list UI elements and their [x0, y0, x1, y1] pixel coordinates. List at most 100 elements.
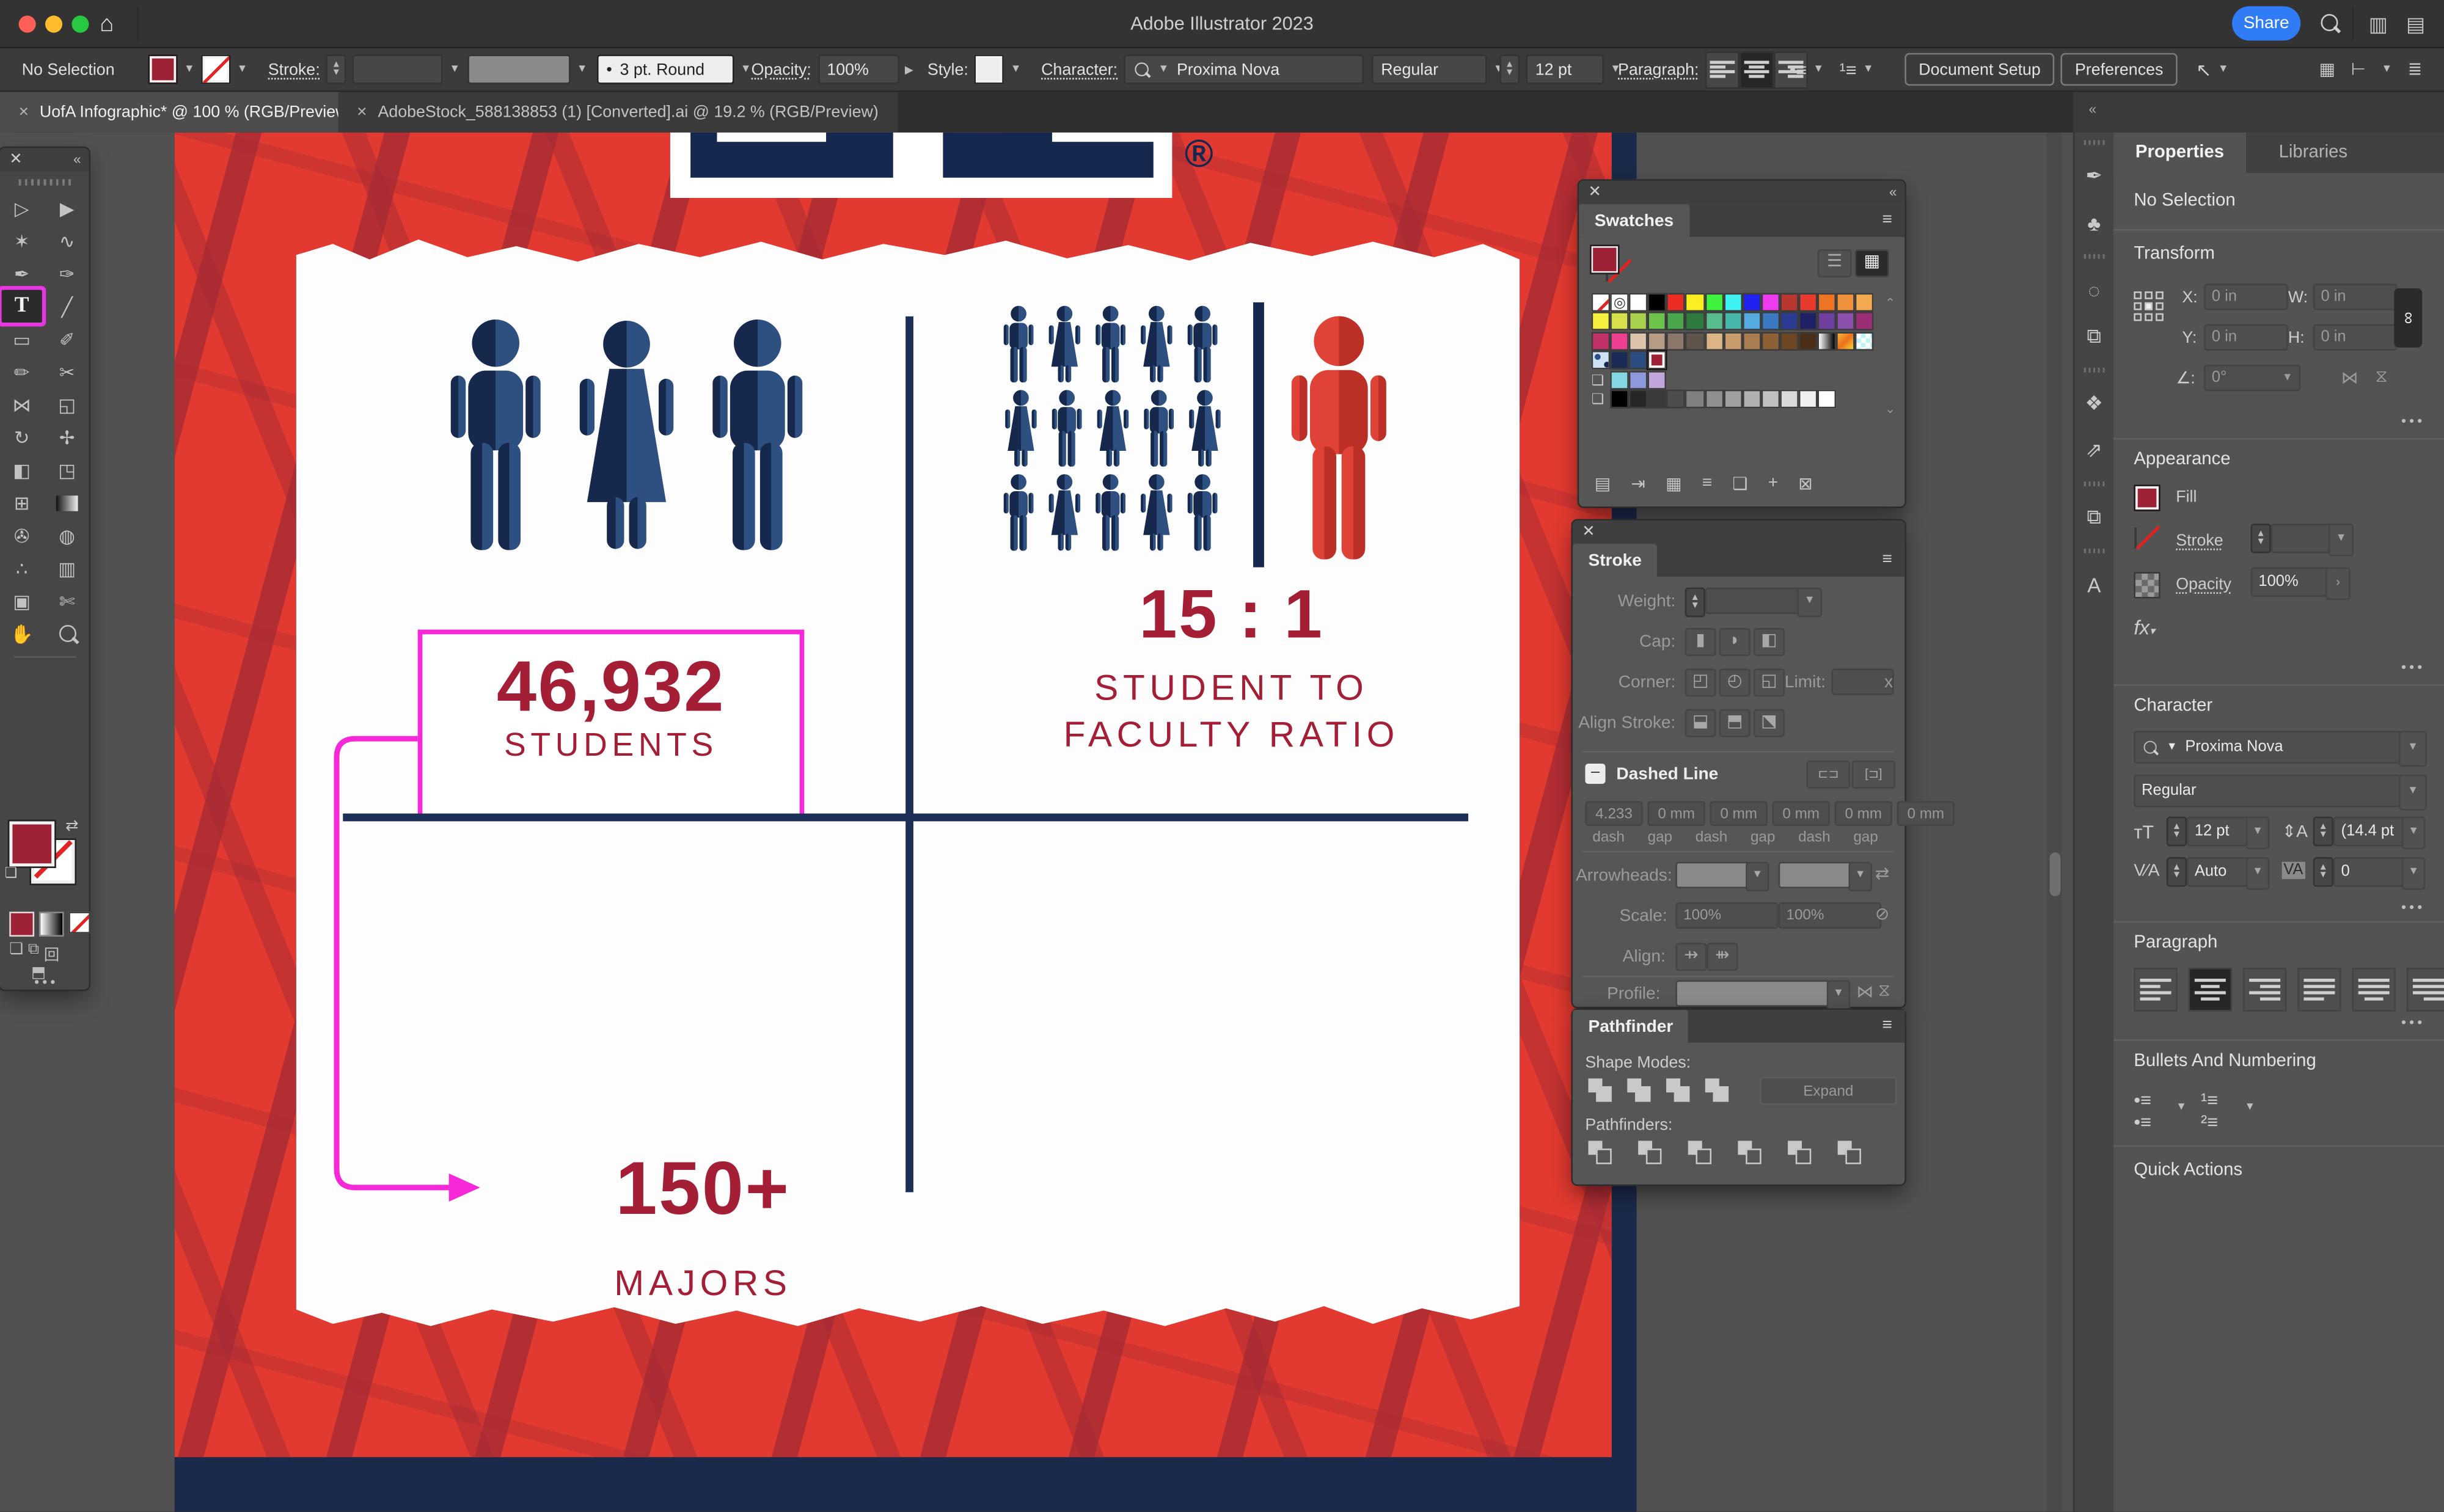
close-tab-icon[interactable]: × [19, 103, 29, 122]
panel-menu-icon[interactable]: ≡ [1882, 1016, 1892, 1035]
chevron-down-icon[interactable]: ▼ [2244, 1102, 2255, 1113]
tab-libraries[interactable]: Libraries [2257, 133, 2369, 173]
swatch[interactable] [1610, 390, 1629, 409]
panel-grip[interactable] [2083, 481, 2105, 486]
appearance-fill-swatch[interactable] [2134, 484, 2160, 511]
close-panel-icon[interactable]: ✕ [9, 151, 22, 168]
swatch[interactable] [1742, 293, 1761, 312]
swatch[interactable] [1724, 390, 1743, 409]
document-tab-inactive[interactable]: × AdobeStock_588138853 (1) [Converted].a… [338, 92, 898, 133]
panel-menu-icon[interactable]: ≡ [1882, 550, 1892, 569]
reference-point-selector[interactable] [2134, 291, 2163, 321]
lasso-tool[interactable]: ∿ [47, 224, 87, 257]
align-justify-center-button[interactable] [2352, 968, 2395, 1011]
align-center-icon[interactable]: ⬓ [1685, 709, 1716, 737]
swatch[interactable] [1667, 390, 1686, 409]
panel-grip[interactable] [2083, 254, 2105, 259]
pathfinder-merge-icon[interactable] [1688, 1141, 1711, 1164]
swatch[interactable] [1761, 293, 1780, 312]
pencil-tool[interactable]: ✏ [2, 356, 42, 389]
selection-tool-preset-icon[interactable]: ↖ [2196, 59, 2212, 81]
swatch[interactable] [1724, 293, 1743, 312]
swatch[interactable] [1780, 332, 1799, 351]
curvature-tool[interactable]: ✑ [47, 257, 87, 290]
dash-preserve-icon[interactable]: ⊏⊐ [1807, 761, 1850, 789]
stroke-weight-stepper[interactable]: ▲▼ [2251, 524, 2271, 553]
scissors-tool[interactable]: ✂ [47, 356, 87, 389]
preferences-button[interactable]: Preferences [2061, 53, 2177, 86]
swatch[interactable] [1610, 312, 1629, 331]
collapse-panel-icon[interactable]: ‹‹ [73, 151, 79, 167]
draw-behind-icon[interactable]: ⧉ [28, 941, 39, 965]
chevron-down-icon[interactable]: ▼ [1863, 64, 1874, 75]
swatch[interactable] [1610, 332, 1629, 351]
h-field[interactable]: 0 in [2313, 324, 2398, 351]
fill-color-swatch[interactable] [148, 54, 177, 84]
workspace-switcher-icon[interactable]: ▤ [2406, 12, 2425, 37]
align-outside-icon[interactable]: ⬔ [1754, 709, 1785, 737]
shape-mode-unite-icon[interactable] [1588, 1078, 1611, 1101]
numbered-list-icon[interactable]: ¹≡²≡ [2201, 1089, 2218, 1133]
document-setup-button[interactable]: Document Setup [1904, 53, 2054, 86]
arrow-inside-icon[interactable]: ⇻ [1707, 943, 1738, 971]
swatch[interactable] [1799, 332, 1818, 351]
stroke-label[interactable]: Stroke [2176, 531, 2223, 550]
constrain-proportions-icon[interactable]: ∞ [2394, 288, 2422, 348]
graphic-style-swatch[interactable] [975, 54, 1004, 84]
menu-icon[interactable]: ≣ [2408, 59, 2423, 79]
rotate-tool[interactable]: ↻ [2, 421, 42, 454]
shaper-tool[interactable]: ✢ [47, 421, 87, 454]
chevron-down-icon[interactable]: ▼ [237, 64, 248, 75]
more-options[interactable]: ••• [2401, 413, 2425, 429]
swatch-gradient-orange[interactable] [1837, 332, 1856, 351]
pathfinder-crop-icon[interactable] [1738, 1141, 1761, 1164]
mesh-tool[interactable]: ⊞ [2, 486, 42, 519]
swatch[interactable] [1629, 390, 1648, 409]
close-panel-icon[interactable]: ✕ [1588, 184, 1601, 201]
swatch[interactable] [1742, 390, 1761, 409]
swatch[interactable] [1592, 332, 1611, 351]
dash-value-field[interactable]: 0 mm [1647, 801, 1705, 826]
swatch[interactable] [1686, 312, 1705, 331]
opacity-presets-icon[interactable]: › [2325, 568, 2351, 601]
swatch[interactable] [1818, 390, 1837, 409]
chevron-down-icon[interactable]: ▼ [2218, 64, 2229, 75]
font-style-select[interactable]: Regular [2134, 775, 2411, 808]
close-tab-icon[interactable]: × [357, 103, 367, 122]
logo-box[interactable] [670, 133, 1172, 198]
swatch[interactable] [1856, 293, 1875, 312]
pathfinder-divide-icon[interactable] [1588, 1141, 1611, 1164]
corner-round-icon[interactable]: ◴ [1719, 668, 1751, 696]
swatch[interactable] [1761, 332, 1780, 351]
scroll-down-icon[interactable]: ⌄ [1885, 402, 1895, 416]
shape-mode-intersect-icon[interactable] [1666, 1078, 1689, 1101]
dashed-line-checkbox[interactable]: – [1585, 764, 1605, 784]
chevron-down-icon[interactable]: ▼ [1813, 64, 1824, 75]
weight-field[interactable] [1705, 588, 1808, 614]
flip-across-icon[interactable]: ⧖ [1878, 982, 1890, 1002]
stroke-weight-field[interactable] [353, 54, 443, 84]
zoom-tool[interactable] [47, 617, 87, 650]
grid-view-icon[interactable]: ▦ [1855, 249, 1889, 277]
chevron-down-icon[interactable]: ▼ [2402, 817, 2425, 850]
free-transform-tool[interactable]: ◱ [47, 388, 87, 421]
pathfinder-minus-back-icon[interactable] [1838, 1141, 1861, 1164]
draw-normal-icon[interactable]: ❏ [9, 941, 23, 965]
artboards-icon[interactable]: ⧉ [2074, 313, 2113, 360]
new-swatch-icon[interactable]: + [1768, 474, 1778, 494]
chevron-down-icon[interactable]: ▼ [1011, 64, 1022, 75]
arrange-artboards-icon[interactable]: ⧉ [2074, 494, 2113, 541]
font-size-stepper[interactable]: ▲▼ [2167, 817, 2187, 846]
dash-value-field[interactable]: 4.233 [1585, 801, 1642, 826]
swatch-none[interactable] [1592, 293, 1611, 312]
swatch-libraries-icon[interactable]: ▤ [1595, 474, 1611, 494]
align-left-button[interactable] [1705, 51, 1740, 88]
rotation-field[interactable]: 0°▼ [2204, 365, 2300, 391]
swap-fill-stroke-icon[interactable]: ⇄ [65, 818, 78, 835]
brush-definition-select[interactable]: •3 pt. Round [597, 54, 734, 84]
arrowhead-scale-end[interactable]: 100% [1779, 902, 1881, 929]
delete-swatch-icon[interactable]: ⊠ [1798, 474, 1813, 494]
graph-tool[interactable]: ▥ [47, 552, 87, 585]
document-tab-active[interactable]: × UofA Infographic* @ 100 % (RGB/Preview… [0, 92, 371, 133]
artboard-tool[interactable]: ▣ [2, 585, 42, 618]
